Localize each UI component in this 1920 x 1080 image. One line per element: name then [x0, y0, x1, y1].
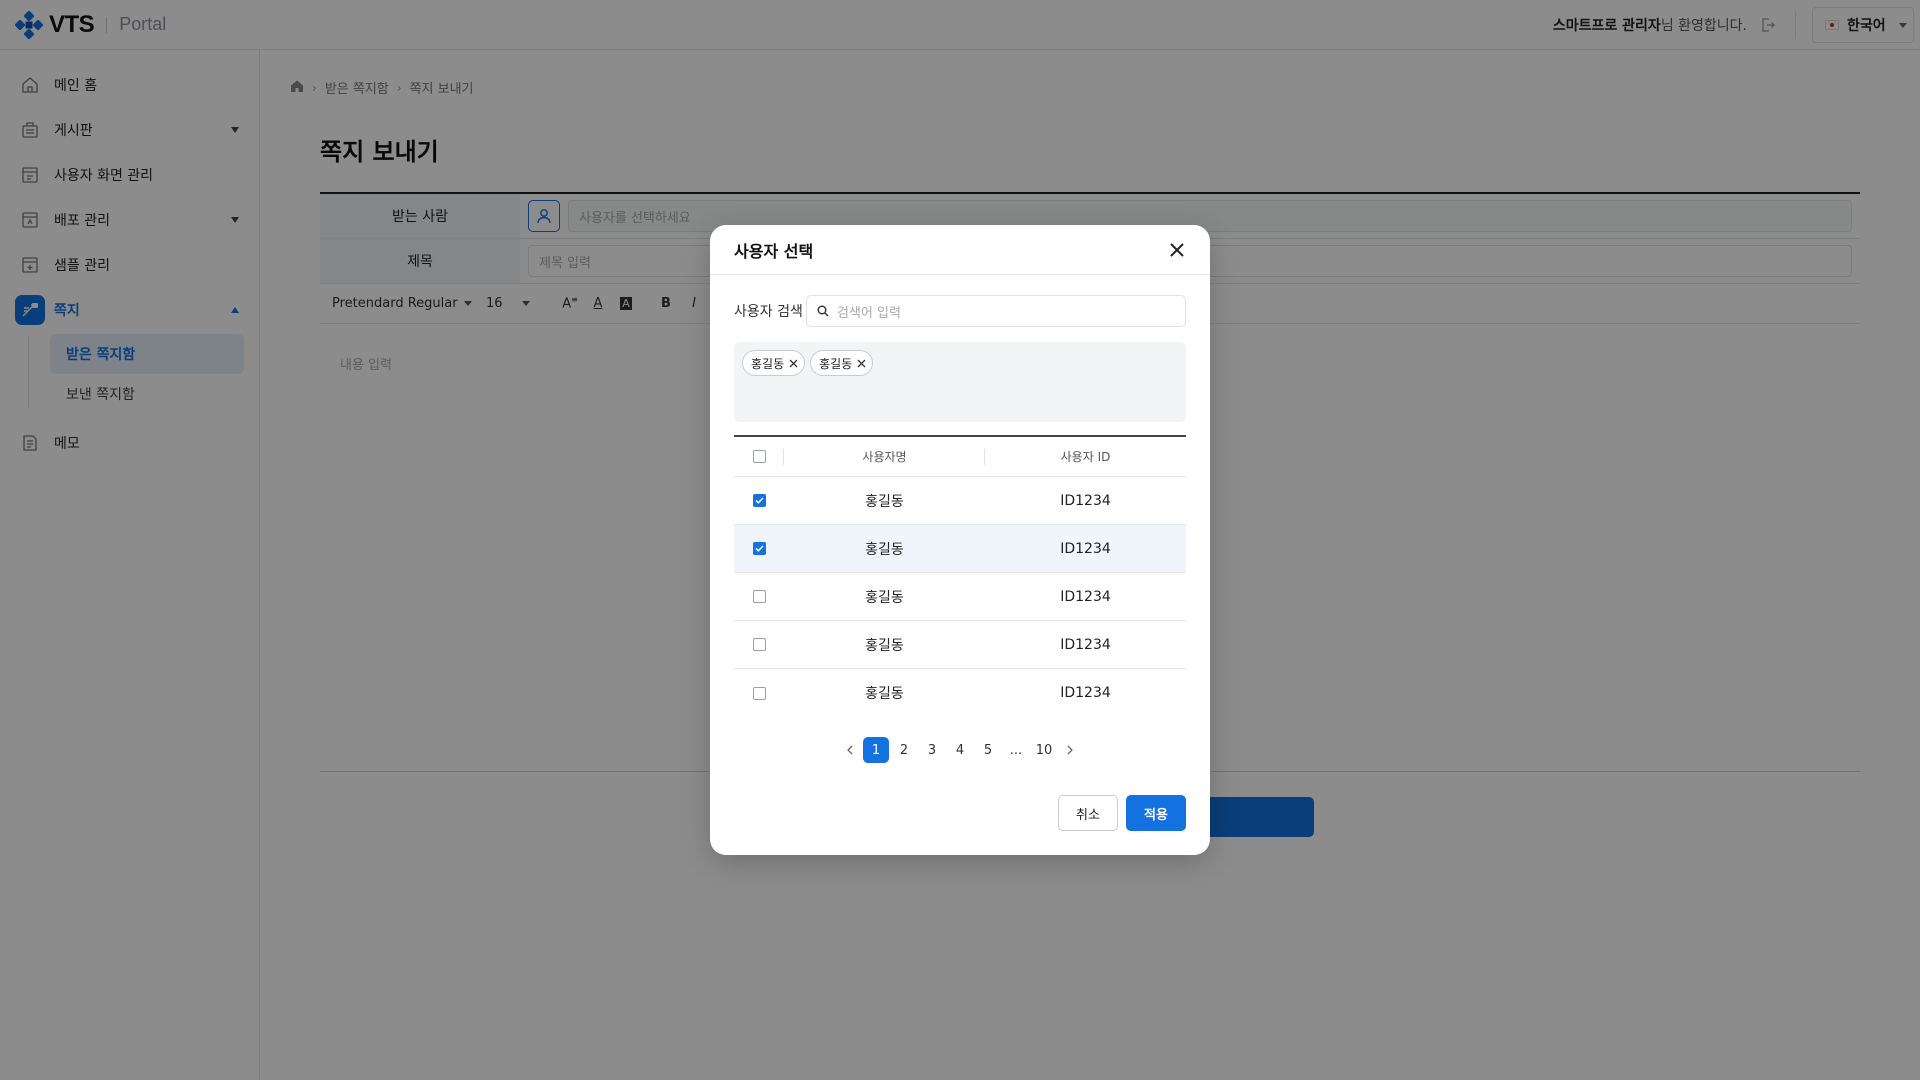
search-label: 사용자 검색 — [734, 304, 803, 320]
user-select-modal: 사용자 선택 사용자 검색 검색어 입력 홍길동 홍길동 사용자명 사용자 ID… — [710, 225, 1210, 855]
selected-user-chip: 홍길동 — [810, 350, 874, 376]
chip-label: 홍길동 — [751, 356, 785, 371]
page-button[interactable]: 2 — [891, 737, 917, 763]
table-header: 사용자명 사용자 ID — [734, 437, 1186, 477]
modal-title: 사용자 선택 — [734, 241, 814, 261]
user-id-cell: ID1234 — [1060, 636, 1111, 653]
close-icon[interactable] — [1168, 241, 1186, 259]
user-id-cell: ID1234 — [1060, 685, 1111, 701]
next-page-icon[interactable] — [1059, 737, 1081, 763]
page-button[interactable]: 10 — [1031, 737, 1057, 763]
apply-button[interactable]: 적용 — [1126, 795, 1186, 831]
prev-page-icon[interactable] — [839, 737, 861, 763]
column-header-name[interactable]: 사용자명 — [862, 448, 906, 465]
selected-user-chip: 홍길동 — [742, 350, 806, 376]
user-table: 사용자명 사용자 ID 홍길동 ID1234 홍길동 ID1234 홍길동 ID… — [734, 435, 1186, 717]
search-placeholder: 검색어 입력 — [837, 305, 901, 321]
column-header-id[interactable]: 사용자 ID — [985, 448, 1186, 465]
search-icon — [817, 305, 829, 317]
user-name-cell: 홍길동 — [865, 589, 904, 606]
page-button[interactable]: 3 — [919, 737, 945, 763]
row-checkbox[interactable] — [752, 686, 766, 700]
modal-actions: 취소 적용 — [1058, 795, 1186, 831]
table-row[interactable]: 홍길동 ID1234 — [734, 621, 1186, 669]
page-button[interactable]: 1 — [863, 737, 889, 763]
pagination: 1 2 3 4 5 ... 10 — [710, 737, 1210, 763]
table-row[interactable]: 홍길동 ID1234 — [734, 525, 1186, 573]
page-button[interactable]: 4 — [947, 737, 973, 763]
table-row[interactable]: 홍길동 ID1234 — [734, 477, 1186, 525]
user-name-cell: 홍길동 — [865, 541, 904, 558]
cancel-button[interactable]: 취소 — [1058, 795, 1118, 831]
row-checkbox[interactable] — [752, 590, 766, 603]
user-name-cell: 홍길동 — [865, 637, 904, 654]
user-id-cell: ID1234 — [1060, 540, 1111, 557]
search-input[interactable]: 검색어 입력 — [806, 295, 1186, 327]
user-id-cell: ID1234 — [1060, 588, 1111, 605]
remove-icon[interactable] — [857, 359, 866, 368]
user-id-cell: ID1234 — [1060, 492, 1111, 509]
table-row[interactable]: 홍길동 ID1234 — [734, 573, 1186, 621]
page-button[interactable]: 5 — [975, 737, 1001, 763]
user-name-cell: 홍길동 — [865, 686, 904, 702]
row-checkbox[interactable] — [752, 494, 766, 507]
row-checkbox[interactable] — [752, 638, 766, 651]
user-name-cell: 홍길동 — [865, 493, 904, 510]
page-ellipsis: ... — [1009, 742, 1023, 758]
row-checkbox[interactable] — [752, 542, 766, 555]
chip-label: 홍길동 — [819, 356, 853, 371]
user-search-row: 사용자 검색 검색어 입력 — [734, 295, 1186, 327]
selected-users-box: 홍길동 홍길동 — [734, 342, 1186, 422]
table-row[interactable]: 홍길동 ID1234 — [734, 669, 1186, 717]
select-all-checkbox[interactable] — [752, 450, 766, 463]
remove-icon[interactable] — [789, 359, 798, 368]
